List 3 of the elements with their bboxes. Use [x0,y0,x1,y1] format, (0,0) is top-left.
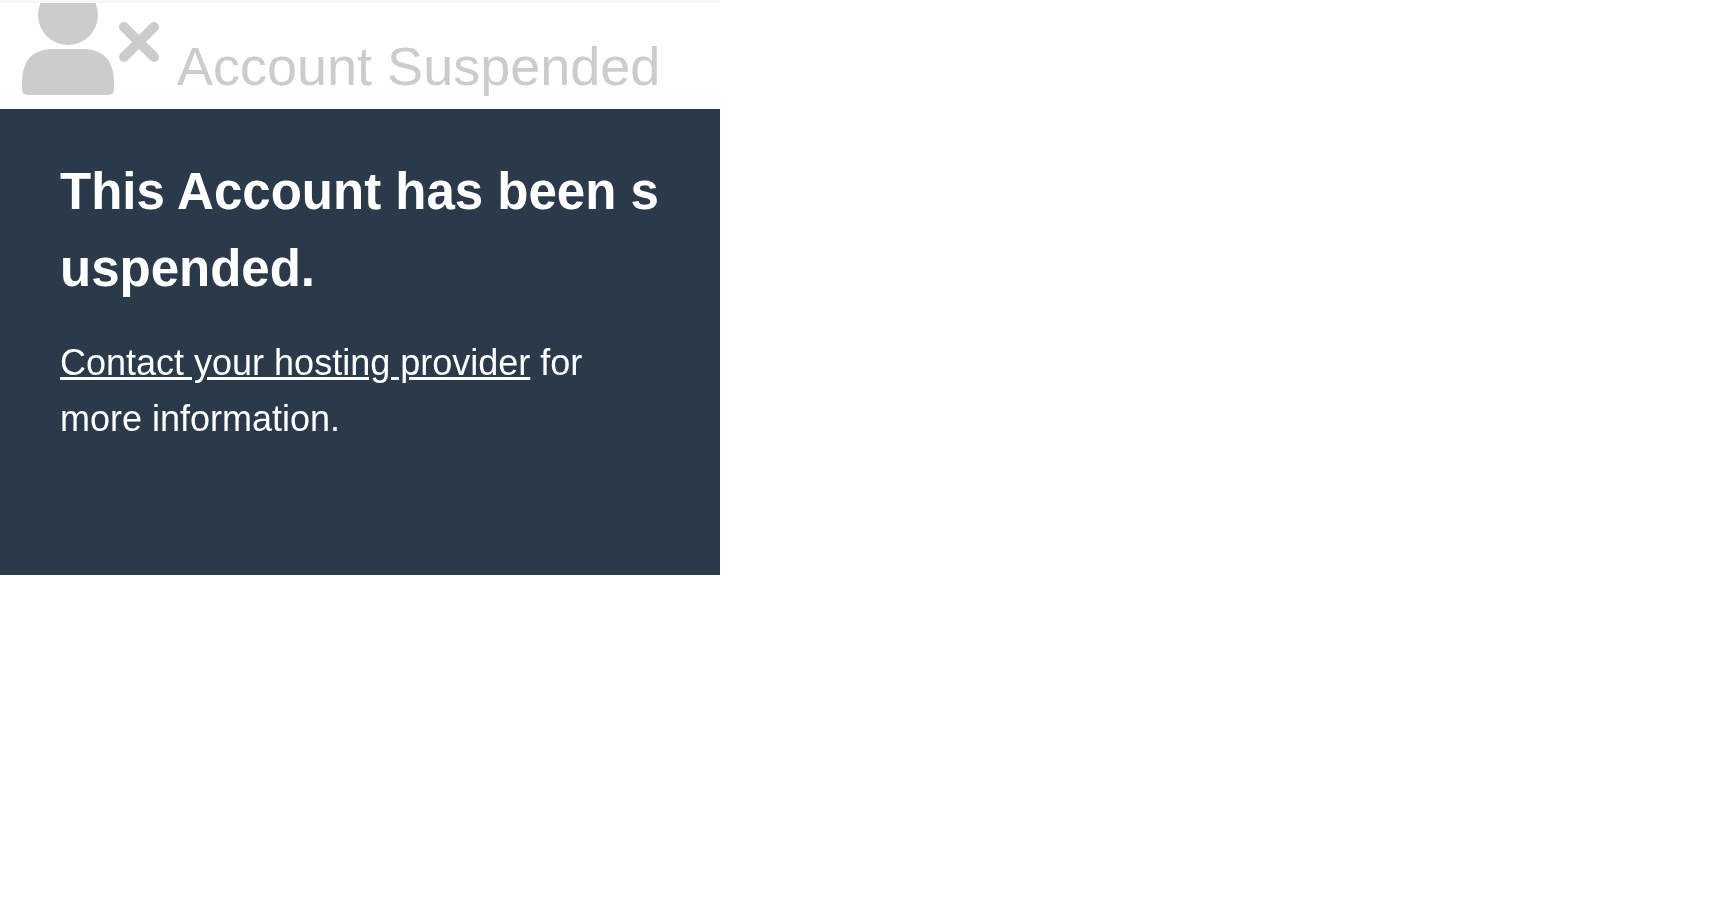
info-text: Contact your hosting provider for more information. [60,341,584,441]
suspended-heading: This Account has been suspended. [60,162,660,299]
contact-link[interactable]: Contact your hosting provider [60,342,531,383]
